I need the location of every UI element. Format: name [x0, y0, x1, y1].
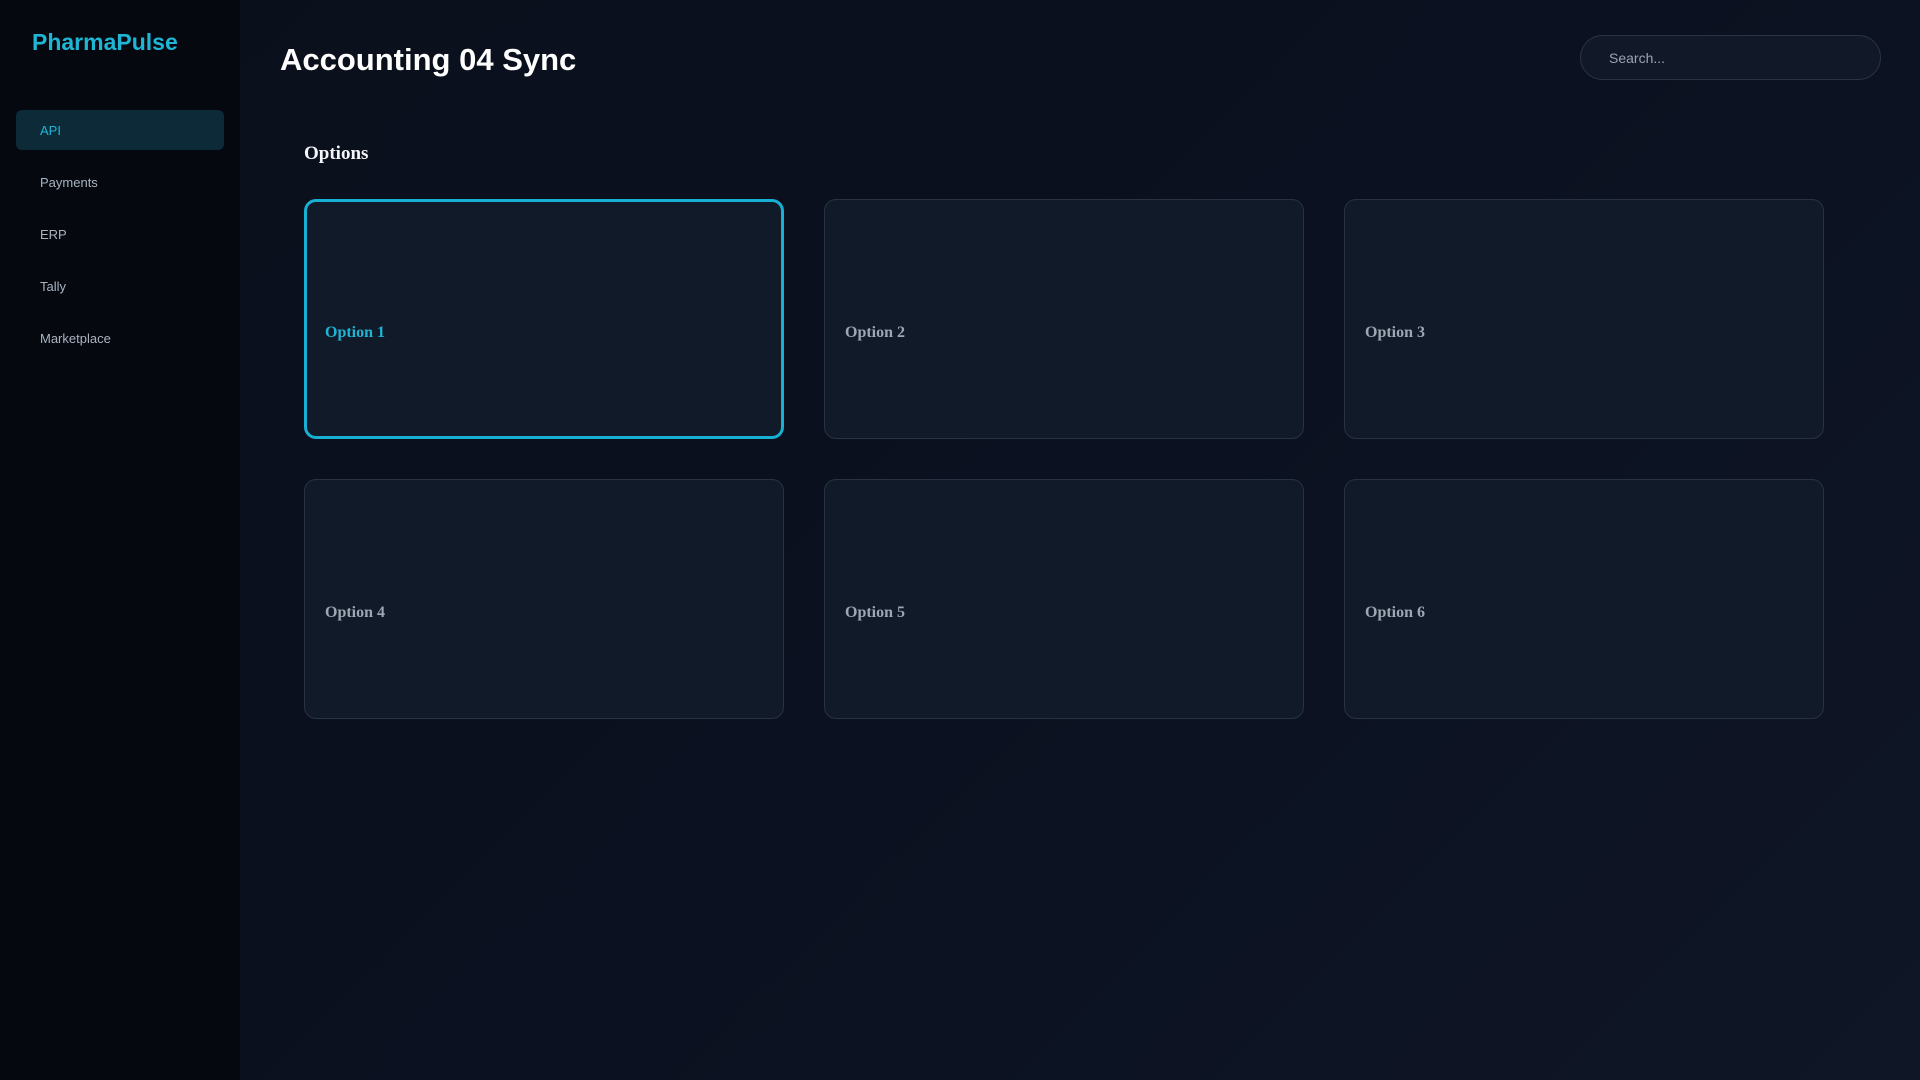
option-label: Option 6: [1365, 604, 1426, 621]
option-card-5[interactable]: Option 5: [824, 479, 1304, 719]
sidebar-nav: API Payments ERP Tally Marketplace: [16, 110, 224, 370]
option-card-3[interactable]: Option 3: [1344, 199, 1824, 439]
sidebar: PharmaPulse API Payments ERP Tally Marke…: [0, 0, 240, 1080]
option-label: Option 4: [325, 604, 386, 621]
main-content: Accounting 04 Sync Options Option 1 Opti…: [240, 0, 1920, 1080]
sidebar-item-label: Marketplace: [40, 330, 111, 346]
sidebar-item-label: API: [40, 122, 61, 138]
sidebar-item-marketplace[interactable]: Marketplace: [16, 318, 224, 358]
sidebar-item-label: Payments: [40, 174, 98, 190]
sidebar-item-api[interactable]: API: [16, 110, 224, 150]
sidebar-item-label: ERP: [40, 226, 67, 242]
sidebar-item-erp[interactable]: ERP: [16, 214, 224, 254]
sidebar-item-tally[interactable]: Tally: [16, 266, 224, 306]
option-card-6[interactable]: Option 6: [1344, 479, 1824, 719]
brand-logo[interactable]: PharmaPulse: [32, 29, 178, 56]
options-grid: Option 1 Option 2 Option 3 Option 4 Opti…: [304, 199, 1826, 719]
option-label: Option 2: [845, 324, 906, 341]
search-input[interactable]: [1580, 35, 1881, 80]
option-card-1[interactable]: Option 1: [304, 199, 784, 439]
page-title: Accounting 04 Sync: [280, 42, 577, 77]
sidebar-item-payments[interactable]: Payments: [16, 162, 224, 202]
option-label: Option 1: [325, 324, 386, 341]
option-label: Option 5: [845, 604, 906, 621]
option-card-4[interactable]: Option 4: [304, 479, 784, 719]
option-card-2[interactable]: Option 2: [824, 199, 1304, 439]
sidebar-item-label: Tally: [40, 278, 67, 294]
options-section-title: Options: [304, 143, 369, 164]
option-label: Option 3: [1365, 324, 1426, 341]
